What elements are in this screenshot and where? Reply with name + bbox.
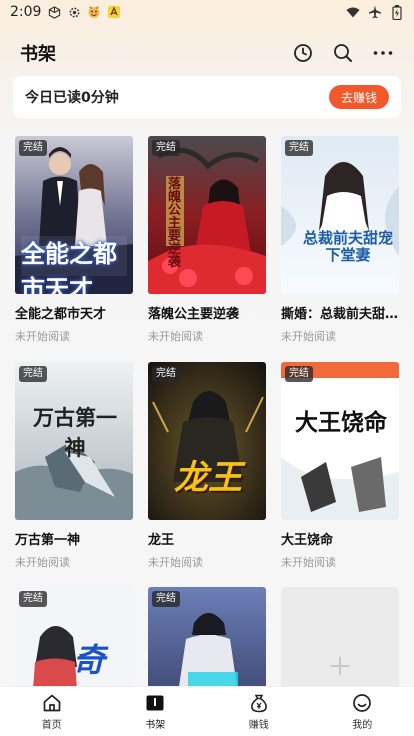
app-notification-icon-2: [107, 5, 121, 19]
book-status: 未开始阅读: [281, 330, 336, 343]
bottom-nav: 首页 书架 赚钱 我的: [0, 686, 414, 736]
completed-badge: 完结: [152, 591, 180, 607]
nav-label: 赚钱: [248, 720, 269, 731]
search-icon[interactable]: [332, 42, 354, 64]
reading-time-banner: 今日已读0分钟 去赚钱: [13, 76, 401, 118]
page-title: 书架: [20, 44, 56, 65]
cover-title-art: 总裁前夫甜宠下堂妻: [303, 229, 394, 264]
bookshelf-icon: [144, 692, 166, 714]
completed-badge: 完结: [285, 366, 313, 382]
book-title: 落魄公主要逆袭: [148, 307, 240, 322]
book-status: 未开始阅读: [148, 556, 203, 569]
app-root: 2:09 书架 今日已读0分钟 去赚钱 完结 全能之都市天才 全能之都市天才 未…: [0, 0, 414, 736]
cover-title-art: 万古第一神: [33, 405, 117, 460]
home-icon: [41, 692, 63, 714]
completed-badge: 完结: [19, 591, 47, 607]
money-bag-icon: [248, 692, 270, 714]
book-status: 未开始阅读: [15, 556, 70, 569]
nav-item-earn[interactable]: 赚钱: [207, 687, 311, 736]
nav-item-home[interactable]: 首页: [0, 687, 104, 736]
completed-badge: 完结: [19, 366, 47, 382]
plus-icon: [331, 657, 349, 675]
book-cover[interactable]: 完结 万古第一神: [15, 362, 133, 520]
book-title: 龙王: [148, 533, 175, 548]
app-notification-icon: [87, 5, 101, 19]
book-title: 万古第一神: [15, 533, 81, 548]
earn-money-button[interactable]: 去赚钱: [328, 85, 389, 109]
book-cover[interactable]: 完结 落魄公主要逆袭: [148, 136, 266, 294]
completed-badge: 完结: [285, 140, 313, 156]
nav-label: 书架: [145, 720, 166, 731]
book-status: 未开始阅读: [15, 330, 70, 343]
book-item[interactable]: 完结 落魄公主要逆袭 落魄公主要逆袭 未开始阅读: [148, 136, 266, 344]
book-item[interactable]: 完结 总裁前夫甜宠下堂妻 撕婚：总裁前夫甜宠下堂妻 未开始阅读: [281, 136, 399, 344]
airplane-mode-icon: [368, 5, 382, 19]
battery-icon: [390, 4, 404, 20]
book-title: 全能之都市天才: [15, 307, 107, 322]
book-title: 大王饶命: [281, 533, 334, 548]
profile-icon: [351, 692, 373, 714]
book-cover[interactable]: 完结 龙王: [148, 362, 266, 520]
nav-label: 我的: [352, 720, 373, 731]
cover-title-art: 全能之都市天才: [21, 239, 117, 294]
app-header: 书架: [0, 34, 414, 72]
nav-item-profile[interactable]: 我的: [311, 687, 414, 736]
completed-badge: 完结: [152, 140, 180, 156]
book-item[interactable]: 完结 龙王 龙王 未开始阅读: [148, 362, 266, 570]
book-status: 未开始阅读: [148, 330, 203, 343]
wifi-icon: [346, 5, 360, 19]
status-bar: 2:09: [0, 0, 414, 24]
book-item[interactable]: 完结 全能之都市天才 全能之都市天才 未开始阅读: [15, 136, 133, 344]
book-cover[interactable]: 完结 大王饶命: [281, 362, 399, 520]
cube-icon: [47, 5, 61, 19]
book-title: 撕婚：总裁前夫甜宠下堂妻: [281, 307, 399, 322]
status-time: 2:09: [10, 4, 42, 20]
book-item[interactable]: 完结 万古第一神 万古第一神 未开始阅读: [15, 362, 133, 570]
cover-title-art: 大王饶命: [295, 409, 387, 436]
nav-item-bookshelf[interactable]: 书架: [104, 687, 208, 736]
book-cover[interactable]: 完结 全能之都市天才: [15, 136, 133, 294]
more-icon[interactable]: [372, 42, 394, 64]
completed-badge: 完结: [19, 140, 47, 156]
reading-time-text: 今日已读0分钟: [25, 90, 119, 106]
cover-title-art: 落魄公主要逆袭: [168, 177, 182, 270]
completed-badge: 完结: [152, 366, 180, 382]
book-item[interactable]: 完结 大王饶命 大王饶命 未开始阅读: [281, 362, 399, 570]
clock-icon[interactable]: [292, 42, 314, 64]
settings-gear-icon: [67, 5, 81, 19]
nav-label: 首页: [41, 720, 62, 731]
cover-title-art: 龙王: [174, 458, 242, 498]
book-status: 未开始阅读: [281, 556, 336, 569]
book-cover[interactable]: 完结 总裁前夫甜宠下堂妻: [281, 136, 399, 294]
